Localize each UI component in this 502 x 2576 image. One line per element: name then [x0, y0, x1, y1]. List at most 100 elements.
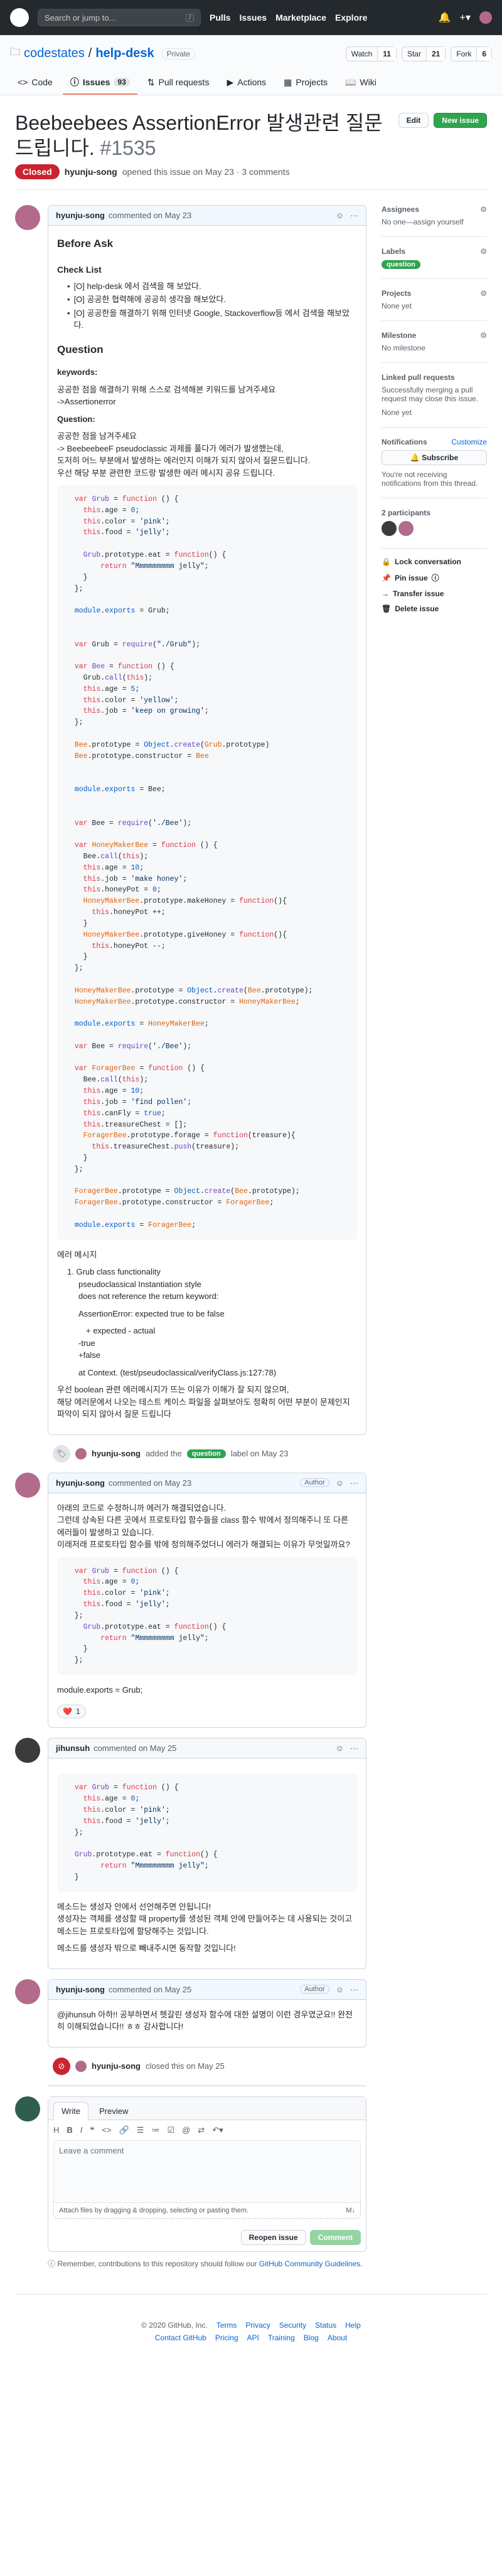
edit-button[interactable]: Edit	[398, 113, 429, 128]
tab-preview[interactable]: Preview	[91, 2102, 136, 2120]
nav-marketplace[interactable]: Marketplace	[275, 13, 326, 23]
numbered-list-icon[interactable]: ≔	[151, 2125, 159, 2135]
watch-button[interactable]: Watch 11	[345, 46, 397, 61]
reopen-issue-button[interactable]: Reopen issue	[240, 2229, 306, 2245]
tab-wiki[interactable]: 📖 Wiki	[338, 71, 384, 95]
gear-icon[interactable]: ⚙	[480, 247, 487, 256]
issue-author[interactable]: hyunju-song	[65, 167, 117, 177]
comment-time[interactable]: commented on May 25	[109, 1985, 191, 1994]
tab-write[interactable]: Write	[53, 2101, 89, 2120]
tab-issues[interactable]: ⓘ Issues 93	[62, 71, 137, 95]
projects-header[interactable]: Projects ⚙	[382, 289, 487, 298]
participant-avatar[interactable]	[382, 521, 397, 536]
gear-icon[interactable]: ⚙	[480, 331, 487, 340]
search-input[interactable]: Search or jump to... /	[38, 9, 201, 26]
avatar[interactable]	[75, 1448, 87, 1459]
comment-button[interactable]: Comment	[309, 2229, 361, 2245]
plus-icon[interactable]: +▾	[460, 11, 471, 24]
tab-code[interactable]: <> Code	[10, 71, 60, 95]
tab-projects[interactable]: ▦ Projects	[276, 71, 335, 95]
bell-icon[interactable]: 🔔	[439, 11, 451, 24]
customize-link[interactable]: Customize	[451, 438, 487, 446]
new-issue-button[interactable]: New issue	[434, 113, 487, 128]
reply-icon[interactable]: ↶▾	[212, 2125, 223, 2135]
nav-issues[interactable]: Issues	[239, 13, 267, 23]
emoji-icon[interactable]: ☺	[336, 1985, 344, 1994]
attach-files-area[interactable]: Attach files by dragging & dropping, sel…	[53, 2202, 361, 2219]
label-badge[interactable]: question	[186, 1449, 226, 1458]
task-list-icon[interactable]: ☑	[167, 2125, 174, 2135]
comment-textarea[interactable]: Leave a comment	[53, 2140, 361, 2203]
footer-link-training[interactable]: Training	[268, 2333, 295, 2342]
participant-avatar[interactable]	[398, 521, 414, 536]
footer-link-contact[interactable]: Contact GitHub	[155, 2333, 206, 2342]
repo-owner-link[interactable]: codestates	[24, 46, 85, 61]
comment-time[interactable]: commented on May 25	[93, 1743, 176, 1753]
milestone-header[interactable]: Milestone ⚙	[382, 331, 487, 340]
heading-icon[interactable]: H	[53, 2125, 59, 2135]
more-icon[interactable]: ···	[350, 1985, 358, 1994]
comment-author[interactable]: jihunsuh	[56, 1743, 90, 1753]
reaction-heart[interactable]: ❤️ 1	[57, 1705, 86, 1719]
quote-icon[interactable]: ❝	[90, 2125, 94, 2135]
labels-header[interactable]: Labels ⚙	[382, 247, 487, 256]
fork-count[interactable]: 6	[476, 46, 491, 61]
gear-icon[interactable]: ⚙	[480, 205, 487, 214]
mention-icon[interactable]: @	[182, 2125, 190, 2135]
more-icon[interactable]: ···	[350, 1743, 358, 1753]
star-count[interactable]: 21	[425, 46, 446, 61]
star-button[interactable]: Star 21	[401, 46, 446, 61]
pin-issue-button[interactable]: 📌 Pin issue ⓘ	[382, 572, 487, 583]
footer-link-security[interactable]: Security	[279, 2321, 306, 2330]
more-icon[interactable]: ···	[350, 211, 358, 220]
emoji-icon[interactable]: ☺	[336, 1743, 344, 1753]
footer-link-blog[interactable]: Blog	[304, 2333, 319, 2342]
delete-issue-button[interactable]: 🗑 Delete issue	[382, 604, 487, 613]
lock-conversation-button[interactable]: 🔒 Lock conversation	[382, 557, 487, 566]
emoji-icon[interactable]: ☺	[336, 211, 344, 220]
comment-author[interactable]: hyunju-song	[56, 211, 105, 220]
avatar[interactable]	[15, 205, 40, 230]
italic-icon[interactable]: I	[80, 2125, 83, 2135]
link-icon[interactable]: 🔗	[119, 2125, 129, 2135]
avatar[interactable]	[15, 1472, 40, 1498]
tab-actions[interactable]: ▶ Actions	[219, 71, 274, 95]
assignees-text[interactable]: No one—assign yourself	[382, 218, 464, 226]
tab-pull-requests[interactable]: ⇅ Pull requests	[140, 71, 217, 95]
subscribe-button[interactable]: 🔔 Subscribe	[382, 450, 487, 465]
fork-button[interactable]: Fork 6	[451, 46, 492, 61]
bold-icon[interactable]: B	[67, 2125, 72, 2135]
footer-link-about[interactable]: About	[328, 2333, 347, 2342]
avatar[interactable]	[15, 1738, 40, 1764]
nav-pulls[interactable]: Pulls	[210, 13, 230, 23]
markdown-icon[interactable]: M↓	[346, 2207, 355, 2214]
repo-name-link[interactable]: help-desk	[95, 46, 154, 61]
footer-link-pricing[interactable]: Pricing	[215, 2333, 238, 2342]
event-actor[interactable]: hyunju-song	[92, 1449, 141, 1458]
code-icon[interactable]: <>	[102, 2125, 111, 2135]
footer-link-api[interactable]: API	[247, 2333, 259, 2342]
comment-author[interactable]: hyunju-song	[56, 1985, 105, 1994]
watch-count[interactable]: 11	[377, 46, 396, 61]
assignees-header[interactable]: Assignees ⚙	[382, 205, 487, 214]
github-logo-icon[interactable]	[10, 8, 29, 27]
avatar[interactable]	[15, 2096, 40, 2121]
event-actor[interactable]: hyunju-song	[92, 2061, 141, 2071]
footer-link-privacy[interactable]: Privacy	[245, 2321, 270, 2330]
transfer-issue-button[interactable]: → Transfer issue	[382, 589, 487, 598]
community-guidelines-link[interactable]: GitHub Community Guidelines.	[259, 2259, 363, 2268]
footer-link-help[interactable]: Help	[345, 2321, 361, 2330]
avatar[interactable]	[75, 2060, 87, 2072]
user-avatar[interactable]	[479, 11, 492, 24]
more-icon[interactable]: ···	[350, 1478, 358, 1488]
reference-icon[interactable]: ⇄	[198, 2125, 205, 2135]
avatar[interactable]	[15, 1979, 40, 2004]
bulleted-list-icon[interactable]: ☰	[137, 2125, 144, 2135]
emoji-icon[interactable]: ☺	[336, 1478, 344, 1488]
footer-link-status[interactable]: Status	[315, 2321, 336, 2330]
nav-explore[interactable]: Explore	[335, 13, 367, 23]
comment-time[interactable]: commented on May 23	[109, 1478, 191, 1488]
footer-link-terms[interactable]: Terms	[216, 2321, 237, 2330]
label-badge[interactable]: question	[382, 260, 420, 269]
gear-icon[interactable]: ⚙	[480, 289, 487, 298]
